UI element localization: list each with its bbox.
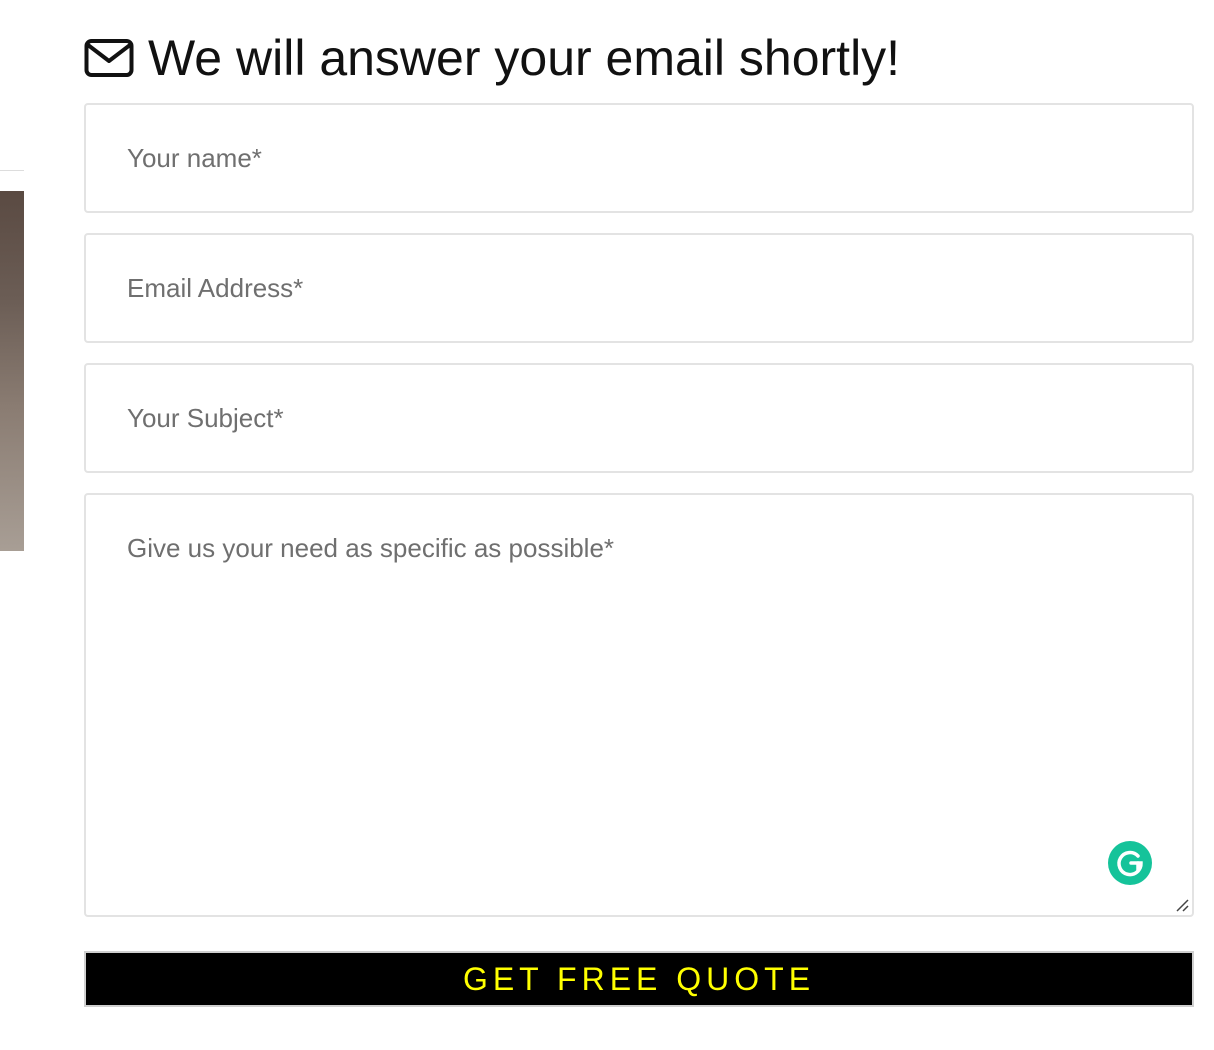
- form-heading: We will answer your email shortly!: [84, 28, 900, 88]
- resize-handle-icon[interactable]: [1175, 898, 1189, 912]
- left-column-divider: [0, 170, 24, 171]
- form-title: We will answer your email shortly!: [148, 30, 901, 86]
- subject-placeholder: Your Subject*: [127, 403, 284, 433]
- left-column-image: [0, 191, 24, 551]
- get-free-quote-button[interactable]: GET FREE QUOTE: [84, 951, 1194, 1007]
- page: We will answer your email shortly! Your …: [0, 0, 1214, 1050]
- name-placeholder: Your name*: [127, 143, 262, 173]
- email-field[interactable]: Email Address*: [84, 233, 1194, 343]
- email-placeholder: Email Address*: [127, 273, 304, 303]
- subject-field[interactable]: Your Subject*: [84, 363, 1194, 473]
- message-placeholder: Give us your need as specific as possibl…: [127, 533, 615, 563]
- envelope-icon: [84, 38, 134, 78]
- grammarly-icon[interactable]: [1108, 841, 1152, 885]
- submit-label: GET FREE QUOTE: [462, 960, 816, 997]
- message-textarea[interactable]: Give us your need as specific as possibl…: [84, 493, 1194, 917]
- name-field[interactable]: Your name*: [84, 103, 1194, 213]
